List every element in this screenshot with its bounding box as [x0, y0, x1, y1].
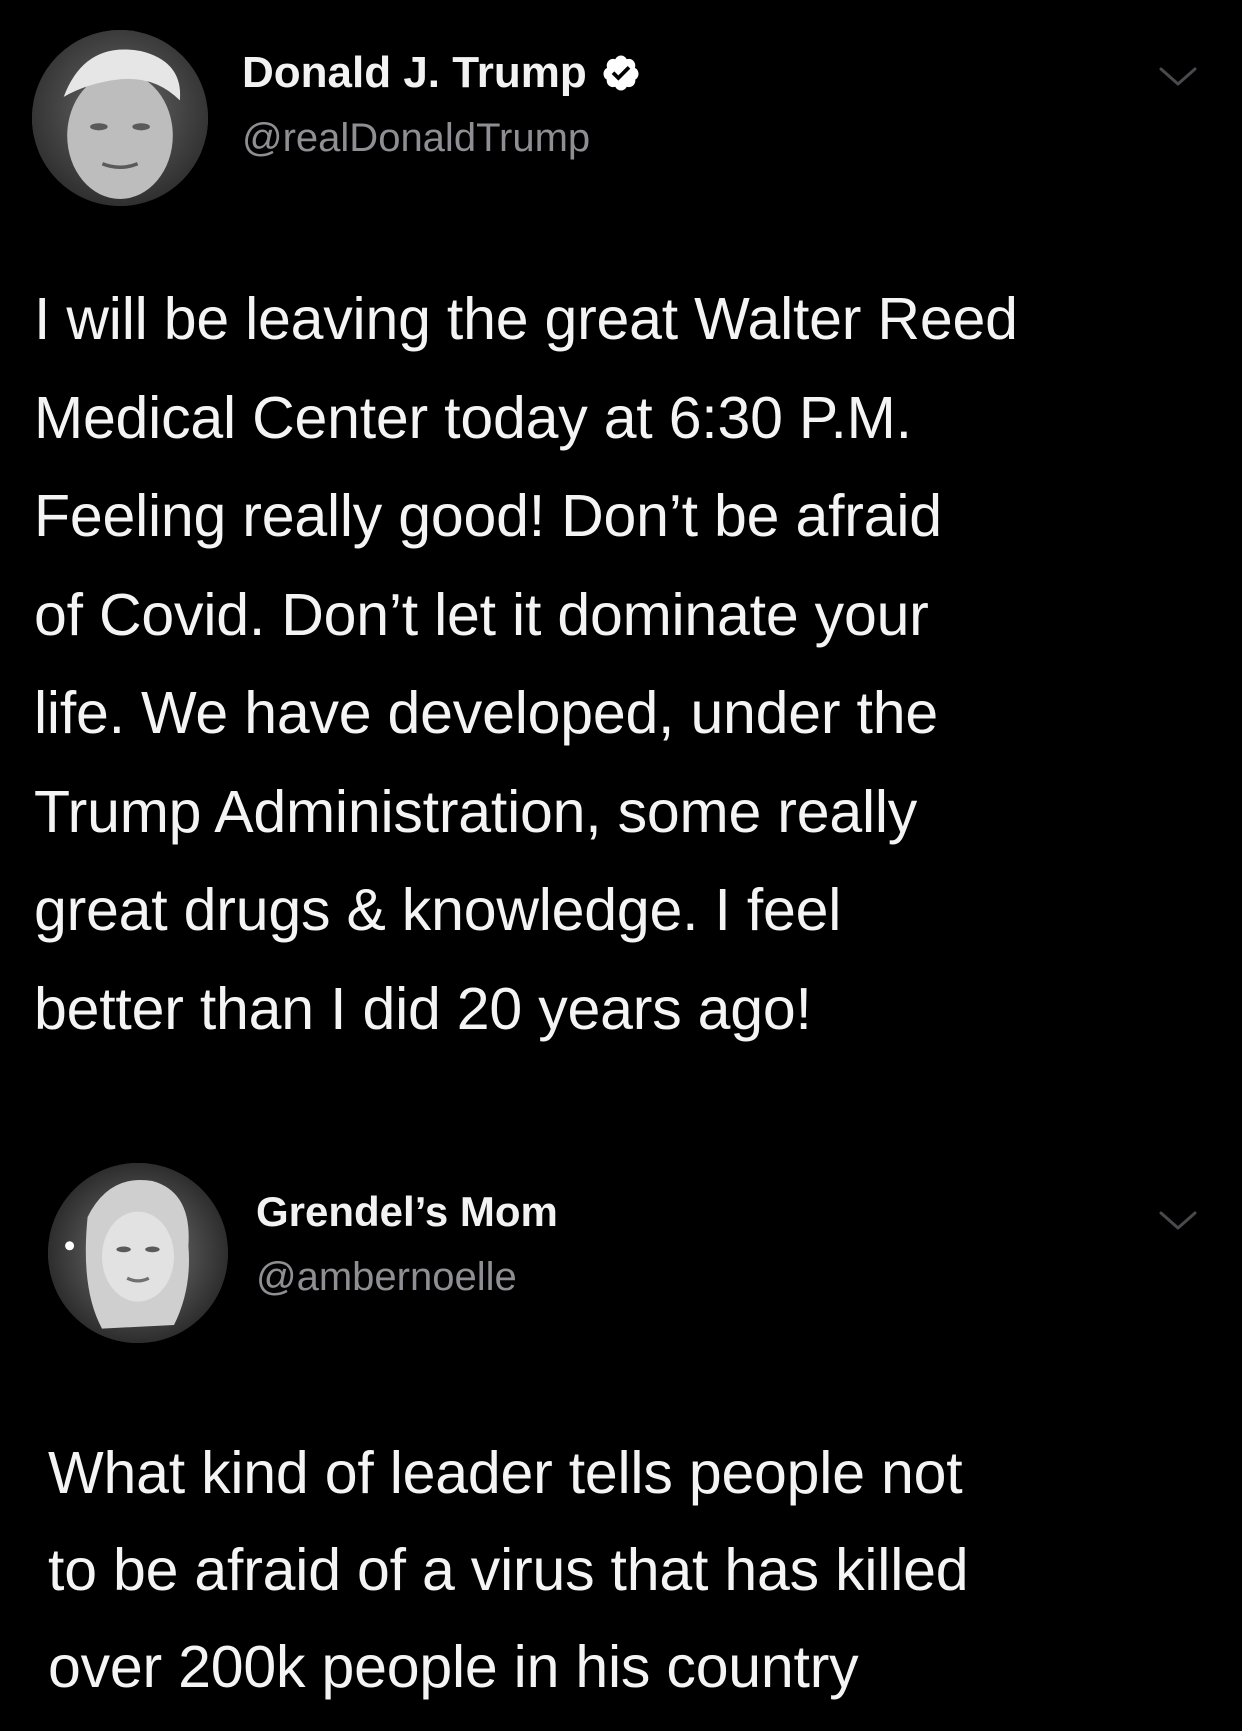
tweet-text-line: of Covid. Don’t let it dominate your — [34, 581, 929, 648]
verified-badge-icon — [603, 55, 639, 91]
profile-photo-icon — [32, 30, 208, 206]
display-name[interactable]: Donald J. Trump — [242, 48, 587, 98]
tweet-text-line: over 200k people in his country — [48, 1634, 859, 1700]
tweet: Donald J. Trump @realDonaldTrump I will … — [0, 0, 1242, 1140]
tweet-text-line: What kind of leader tells people not — [48, 1440, 963, 1506]
avatar[interactable] — [32, 30, 208, 206]
tweet-text-line: Medical Center today at 6:30 P.M. — [34, 384, 912, 451]
tweet-text-line: Trump Administration, some really — [34, 778, 918, 845]
name-row: Grendel’s Mom — [256, 1188, 558, 1236]
tweet-text-line: better than I did 20 years ago! — [34, 975, 812, 1042]
tweet-text: What kind of leader tells people not to … — [48, 1425, 1218, 1716]
avatar[interactable] — [48, 1163, 228, 1343]
tweet: Grendel’s Mom @ambernoelle What kind of … — [0, 1140, 1242, 1731]
tweet-text-line: great drugs & knowledge. I feel — [34, 877, 842, 943]
tweet-text: I will be leaving the great Walter Reed … — [34, 270, 1224, 1058]
tweet-text-line: life. We have developed, under the — [34, 680, 938, 746]
chevron-down-icon[interactable] — [1158, 1210, 1198, 1232]
tweet-text-line: Feeling really good! Don’t be afraid — [34, 483, 942, 549]
display-name[interactable]: Grendel’s Mom — [256, 1188, 558, 1236]
name-row: Donald J. Trump — [242, 48, 641, 98]
handle[interactable]: @realDonaldTrump — [242, 116, 590, 161]
profile-photo-icon — [48, 1163, 228, 1343]
handle[interactable]: @ambernoelle — [256, 1255, 517, 1300]
tweet-text-line: I will be leaving the great Walter Reed — [34, 286, 1018, 352]
chevron-down-icon[interactable] — [1158, 66, 1198, 88]
tweet-text-line: to be afraid of a virus that has killed — [48, 1537, 969, 1603]
